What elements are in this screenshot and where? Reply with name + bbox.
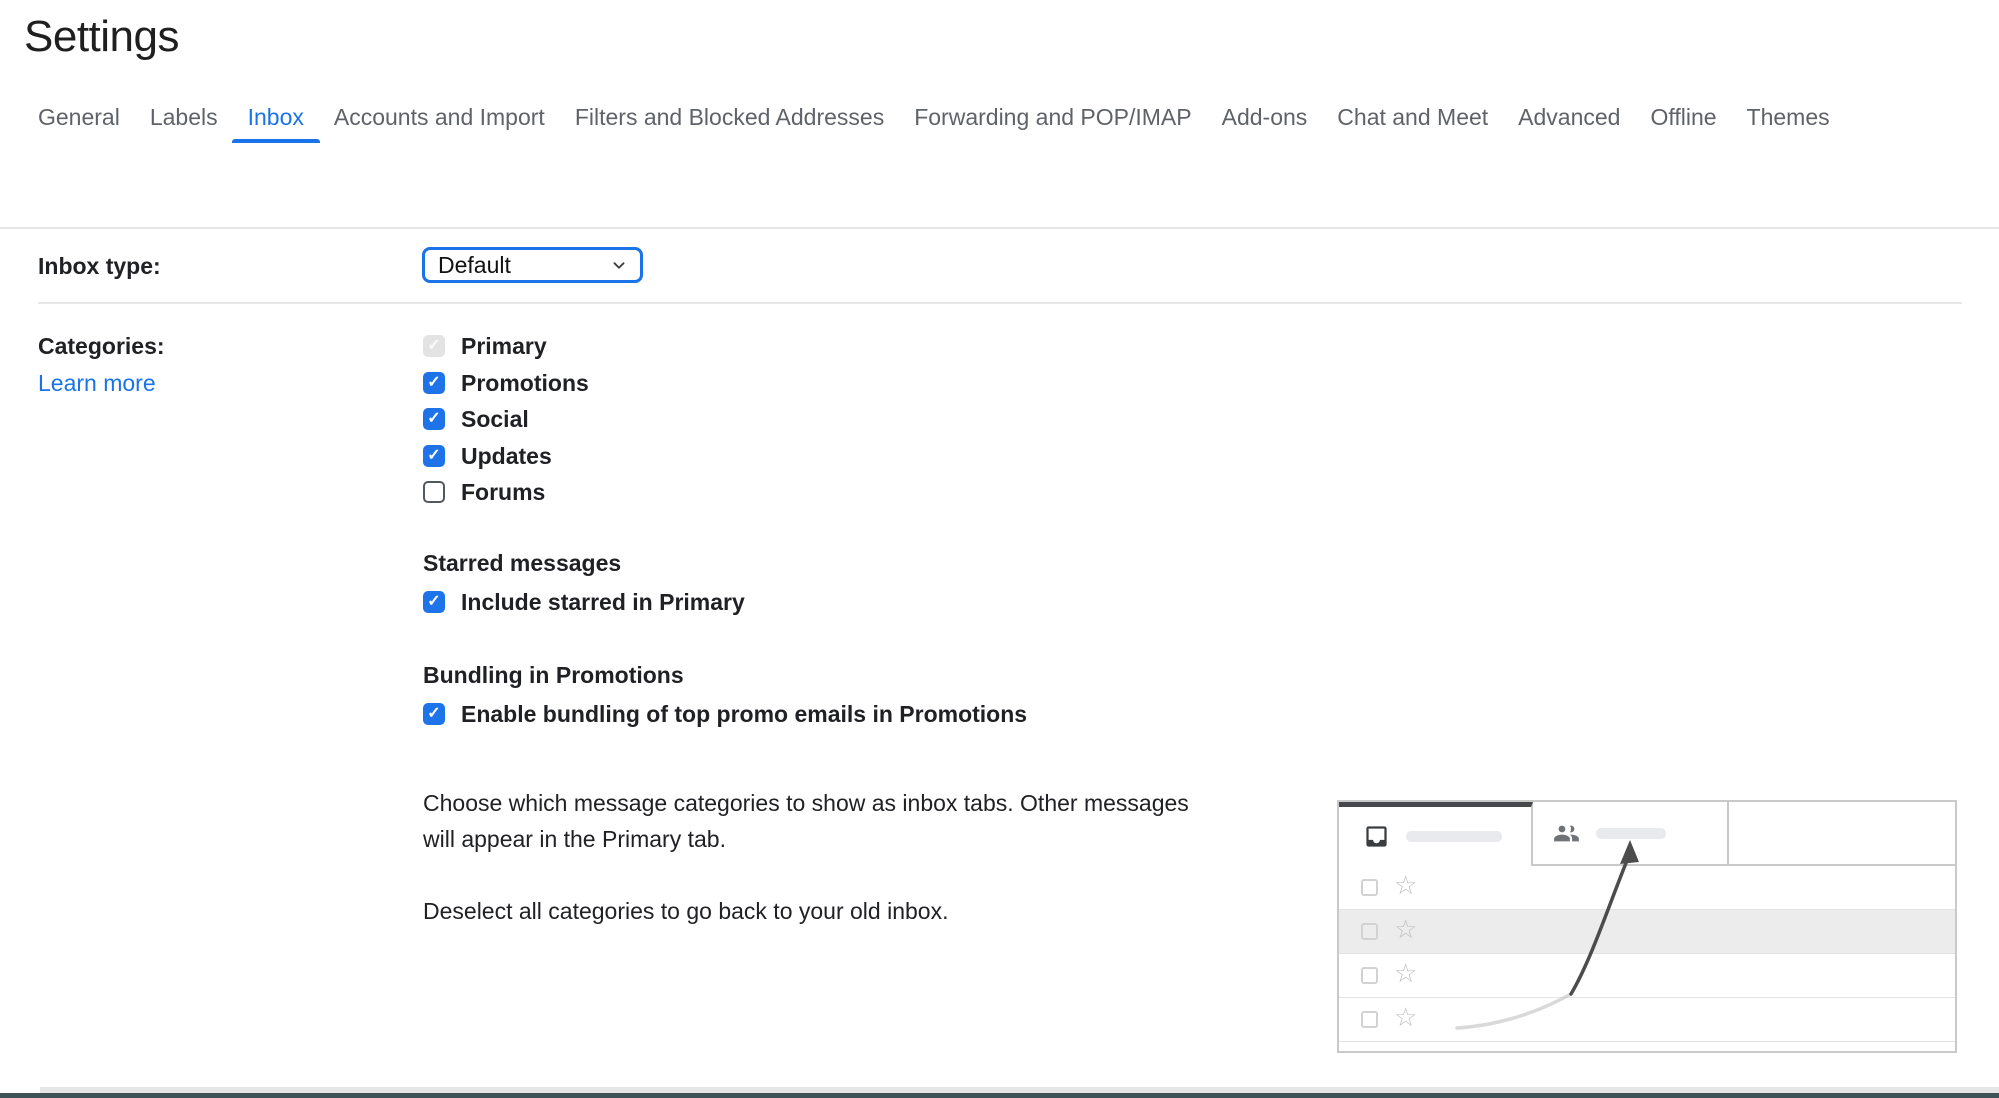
description-line-2: will appear in the Primary tab. — [423, 825, 726, 853]
forums-checkbox[interactable] — [423, 481, 445, 503]
tab-inbox[interactable]: Inbox — [248, 104, 304, 143]
starred-messages-heading: Starred messages — [423, 549, 621, 577]
category-label-promotions[interactable]: Promotions — [461, 370, 589, 397]
category-row-forums: Forums — [423, 479, 545, 505]
bundling-heading: Bundling in Promotions — [423, 661, 684, 689]
include-starred-checkbox[interactable]: ✓ — [423, 591, 445, 613]
illustration-primary-tab — [1339, 802, 1533, 866]
illustration-email-row: ☆ — [1339, 954, 1955, 998]
divider — [0, 227, 1999, 229]
gmail-settings-page: Settings General Labels Inbox Accounts a… — [0, 0, 1999, 1098]
promotions-checkbox[interactable]: ✓ — [423, 372, 445, 394]
category-label-social[interactable]: Social — [461, 406, 529, 433]
checkbox-icon — [1361, 879, 1378, 896]
illustration-email-row-highlighted: ☆ — [1339, 910, 1955, 954]
placeholder-bar — [1596, 828, 1666, 839]
tab-accounts-and-import[interactable]: Accounts and Import — [334, 104, 545, 143]
updates-checkbox[interactable]: ✓ — [423, 445, 445, 467]
chevron-down-icon — [608, 254, 630, 276]
categories-label: Categories: — [38, 332, 165, 360]
learn-more-link[interactable]: Learn more — [38, 369, 156, 397]
tab-offline[interactable]: Offline — [1650, 104, 1716, 143]
tab-general[interactable]: General — [38, 104, 120, 143]
category-row-primary: ✓ Primary — [423, 333, 547, 359]
inbox-type-select[interactable]: Default — [422, 247, 643, 283]
include-starred-row: ✓ Include starred in Primary — [423, 589, 745, 615]
inbox-type-selected-value: Default — [438, 252, 511, 279]
enable-bundling-checkbox[interactable]: ✓ — [423, 703, 445, 725]
divider — [38, 302, 1962, 304]
category-label-updates[interactable]: Updates — [461, 443, 552, 470]
illustration-social-tab — [1533, 802, 1729, 866]
illustration-tab-bar — [1339, 802, 1955, 866]
check-icon: ✓ — [427, 338, 440, 354]
checkbox-icon — [1361, 923, 1378, 940]
check-icon: ✓ — [427, 411, 440, 427]
tab-filters-and-blocked-addresses[interactable]: Filters and Blocked Addresses — [575, 104, 884, 143]
star-icon: ☆ — [1394, 1004, 1417, 1030]
star-icon: ☆ — [1394, 872, 1417, 898]
include-starred-label[interactable]: Include starred in Primary — [461, 589, 745, 616]
check-icon: ✓ — [427, 706, 440, 722]
tab-chat-and-meet[interactable]: Chat and Meet — [1337, 104, 1488, 143]
placeholder-bar — [1406, 831, 1502, 842]
illustration-email-row: ☆ — [1339, 998, 1955, 1042]
primary-checkbox: ✓ — [423, 335, 445, 357]
checkbox-icon — [1361, 1011, 1378, 1028]
enable-bundling-row: ✓ Enable bundling of top promo emails in… — [423, 701, 1027, 727]
category-row-promotions: ✓ Promotions — [423, 370, 589, 396]
illustration-empty-tab-area — [1729, 802, 1955, 866]
settings-tab-bar: General Labels Inbox Accounts and Import… — [38, 104, 1948, 143]
window-bottom-edge — [0, 1093, 1999, 1098]
inbox-tabs-illustration: ☆ ☆ ☆ ☆ — [1337, 800, 1957, 1053]
check-icon: ✓ — [427, 594, 440, 610]
tab-forwarding-and-pop-imap[interactable]: Forwarding and POP/IMAP — [914, 104, 1191, 143]
category-row-social: ✓ Social — [423, 406, 529, 432]
description-line-1: Choose which message categories to show … — [423, 789, 1189, 817]
people-icon — [1553, 820, 1580, 847]
star-icon: ☆ — [1394, 960, 1417, 986]
tab-advanced[interactable]: Advanced — [1518, 104, 1620, 143]
tab-themes[interactable]: Themes — [1747, 104, 1830, 143]
category-row-updates: ✓ Updates — [423, 443, 552, 469]
page-title: Settings — [24, 12, 179, 62]
category-label-forums[interactable]: Forums — [461, 479, 545, 506]
inbox-type-label: Inbox type: — [38, 252, 161, 280]
check-icon: ✓ — [427, 448, 440, 464]
inbox-icon — [1363, 823, 1390, 850]
checkbox-icon — [1361, 967, 1378, 984]
illustration-email-row: ☆ — [1339, 866, 1955, 910]
check-icon: ✓ — [427, 375, 440, 391]
category-label-primary: Primary — [461, 333, 547, 360]
tab-labels[interactable]: Labels — [150, 104, 218, 143]
description-line-3: Deselect all categories to go back to yo… — [423, 897, 948, 925]
star-icon: ☆ — [1394, 916, 1417, 942]
social-checkbox[interactable]: ✓ — [423, 408, 445, 430]
enable-bundling-label[interactable]: Enable bundling of top promo emails in P… — [461, 701, 1027, 728]
tab-add-ons[interactable]: Add-ons — [1222, 104, 1308, 143]
